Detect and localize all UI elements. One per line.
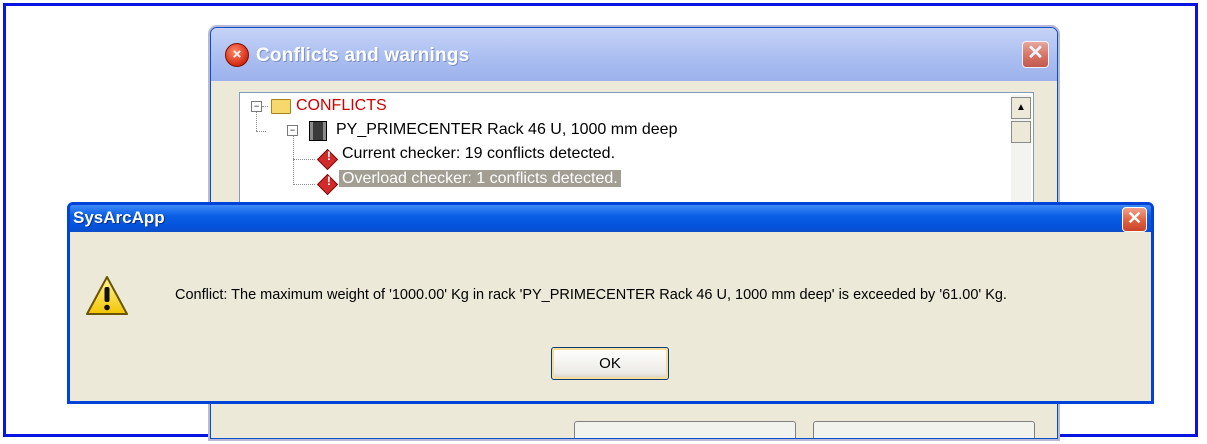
tree-connector: [293, 135, 294, 185]
message-box-close-button[interactable]: ✕: [1122, 207, 1147, 232]
tree-connector: [256, 111, 257, 131]
tree-item-label: Overload checker: 1 conflicts detected.: [339, 170, 621, 187]
conflicts-dialog-titlebar[interactable]: × Conflicts and warnings ✕: [211, 28, 1057, 81]
dialog-button[interactable]: [574, 421, 796, 438]
tree-connector: [293, 184, 315, 185]
warning-diamond-icon: [316, 173, 339, 196]
tree-connector: [256, 131, 266, 132]
tree-item-rack[interactable]: PY_PRIMECENTER Rack 46 U, 1000 mm deep: [336, 119, 677, 141]
conflicts-tree[interactable]: − CONFLICTS − PY_PRIMECENTER Rack 46 U, …: [239, 92, 1034, 212]
tree-item-overload-checker[interactable]: Overload checker: 1 conflicts detected.: [339, 168, 621, 190]
message-box-title: SysArcApp: [73, 208, 165, 227]
conflicts-dialog-close-button[interactable]: ✕: [1022, 41, 1049, 68]
tree-item-label: PY_PRIMECENTER Rack 46 U, 1000 mm deep: [336, 121, 678, 138]
dialog-button[interactable]: [813, 421, 1035, 438]
warning-triangle-icon: [86, 276, 128, 315]
warning-diamond-icon: [316, 148, 339, 171]
tree-connector: [293, 159, 315, 160]
message-text: Conflict: The maximum weight of '1000.00…: [175, 287, 1007, 303]
ok-button[interactable]: OK: [551, 347, 669, 380]
tree-item-current-checker[interactable]: Current checker: 19 conflicts detected.: [342, 143, 615, 165]
tree-item-conflicts[interactable]: CONFLICTS: [296, 95, 387, 117]
conflicts-dialog-title: Conflicts and warnings: [256, 45, 470, 66]
sysarcapp-message-box: SysArcApp ✕ Conflict: The maximum weight…: [67, 202, 1154, 404]
scroll-up-button[interactable]: ▲: [1011, 97, 1031, 119]
tree-scrollbar[interactable]: ▲: [1011, 95, 1031, 209]
scroll-thumb[interactable]: [1011, 121, 1031, 143]
error-icon: ×: [225, 43, 249, 67]
folder-icon: [271, 99, 291, 114]
tree-connector: [262, 106, 268, 107]
message-box-titlebar[interactable]: SysArcApp ✕: [70, 205, 1151, 232]
rack-icon: [309, 121, 327, 141]
tree-item-label: CONFLICTS: [296, 97, 387, 114]
tree-collapse-toggle[interactable]: −: [287, 125, 298, 136]
tree-item-label: Current checker: 19 conflicts detected.: [342, 145, 616, 162]
tree-collapse-toggle[interactable]: −: [251, 101, 262, 112]
